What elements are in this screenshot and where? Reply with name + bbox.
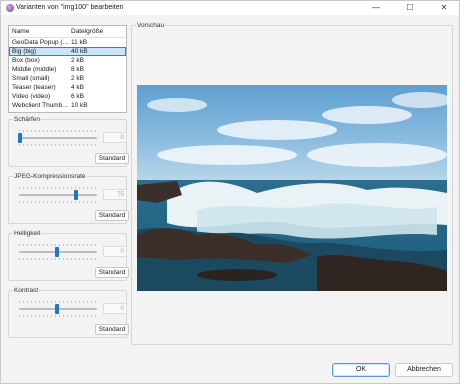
list-item[interactable]: Teaser (teaser) 4 kB [9, 83, 126, 92]
slider-ticks [19, 130, 97, 132]
slider-ticks [19, 187, 97, 189]
list-item[interactable]: Big (big) 40 kB [9, 47, 126, 56]
list-item[interactable]: Webclient Thumb... 10 kB [9, 101, 126, 110]
preview-image [137, 85, 447, 291]
slider-ticks [19, 315, 97, 317]
cancel-button[interactable]: Abbrechen [395, 363, 453, 377]
sharpen-label: Schärfen [13, 115, 42, 124]
sharpen-group: Schärfen 0 Standard [8, 115, 129, 167]
variant-size: 8 kB [71, 66, 85, 73]
minimize-button[interactable]: — [363, 1, 389, 15]
variant-name: Video (video) [12, 93, 51, 100]
slider-ticks [19, 244, 97, 246]
variant-size: 4 kB [71, 84, 85, 91]
brightness-value-field[interactable]: 0 [103, 246, 127, 257]
variant-name: Small (small) [12, 75, 50, 82]
slider-ticks [19, 144, 97, 146]
variant-name: Big (big) [12, 48, 37, 55]
jpeg-compression-group: JPEG-Kompressionsrate 75 Standard [8, 172, 129, 224]
variants-list[interactable]: Name Dateigröße GeoData Popup (... 11 kB… [8, 25, 127, 113]
title-bar[interactable]: Varianten von "img100" bearbeiten — ☐ ✕ [1, 1, 459, 15]
list-item[interactable]: Middle (middle) 8 kB [9, 65, 126, 74]
variant-name: Webclient Thumb... [12, 102, 68, 109]
ok-button[interactable]: OK [332, 363, 390, 377]
slider-ticks [19, 301, 97, 303]
variant-name: Box (box) [12, 57, 40, 64]
brightness-group: Helligkeit 0 Standard [8, 229, 129, 281]
list-item[interactable]: GeoData Popup (... 11 kB [9, 38, 126, 47]
dialog-window: Varianten von "img100" bearbeiten — ☐ ✕ … [0, 0, 460, 384]
brightness-label: Helligkeit [13, 229, 42, 238]
list-item[interactable]: Small (small) 2 kB [9, 74, 126, 83]
variant-size: 40 kB [71, 48, 88, 55]
list-item[interactable]: Video (video) 6 kB [9, 92, 126, 101]
contrast-default-button[interactable]: Standard [95, 324, 129, 335]
jpeg-compression-default-button[interactable]: Standard [95, 210, 129, 221]
list-item[interactable]: Box (box) 2 kB [9, 56, 126, 65]
variant-name: Teaser (teaser) [12, 84, 56, 91]
slider-ticks [19, 201, 97, 203]
contrast-label: Kontrast [13, 286, 40, 295]
jpeg-compression-label: JPEG-Kompressionsrate [13, 172, 87, 181]
slider-ticks [19, 258, 97, 260]
preview-label: Vorschau [136, 21, 166, 30]
brightness-slider-thumb[interactable] [55, 247, 59, 257]
variant-size: 6 kB [71, 93, 85, 100]
jpeg-compression-value-field[interactable]: 75 [103, 189, 127, 200]
sharpen-slider-thumb[interactable] [18, 133, 22, 143]
jpeg-compression-slider-track[interactable] [19, 194, 97, 196]
variant-size: 2 kB [71, 75, 85, 82]
variant-size: 2 kB [71, 57, 85, 64]
list-header: Name Dateigröße [9, 26, 126, 38]
close-button[interactable]: ✕ [431, 1, 457, 15]
contrast-group: Kontrast 0 Standard [8, 286, 129, 338]
maximize-button[interactable]: ☐ [397, 1, 423, 15]
sharpen-value-field[interactable]: 0 [103, 132, 127, 143]
column-header-size[interactable]: Dateigröße [71, 26, 103, 38]
preview-panel: Vorschau [131, 21, 453, 345]
sharpen-slider-track[interactable] [19, 137, 97, 139]
contrast-value-field[interactable]: 0 [103, 303, 127, 314]
brightness-default-button[interactable]: Standard [95, 267, 129, 278]
app-icon [6, 4, 14, 12]
variant-name: GeoData Popup (... [12, 39, 69, 46]
sharpen-default-button[interactable]: Standard [95, 153, 129, 164]
variant-size: 10 kB [71, 102, 88, 109]
jpeg-compression-slider-thumb[interactable] [73, 190, 78, 200]
column-header-name[interactable]: Name [12, 26, 70, 38]
variant-name: Middle (middle) [12, 66, 57, 73]
contrast-slider-thumb[interactable] [55, 304, 59, 314]
variant-size: 11 kB [71, 39, 88, 46]
window-title: Varianten von "img100" bearbeiten [16, 4, 124, 11]
